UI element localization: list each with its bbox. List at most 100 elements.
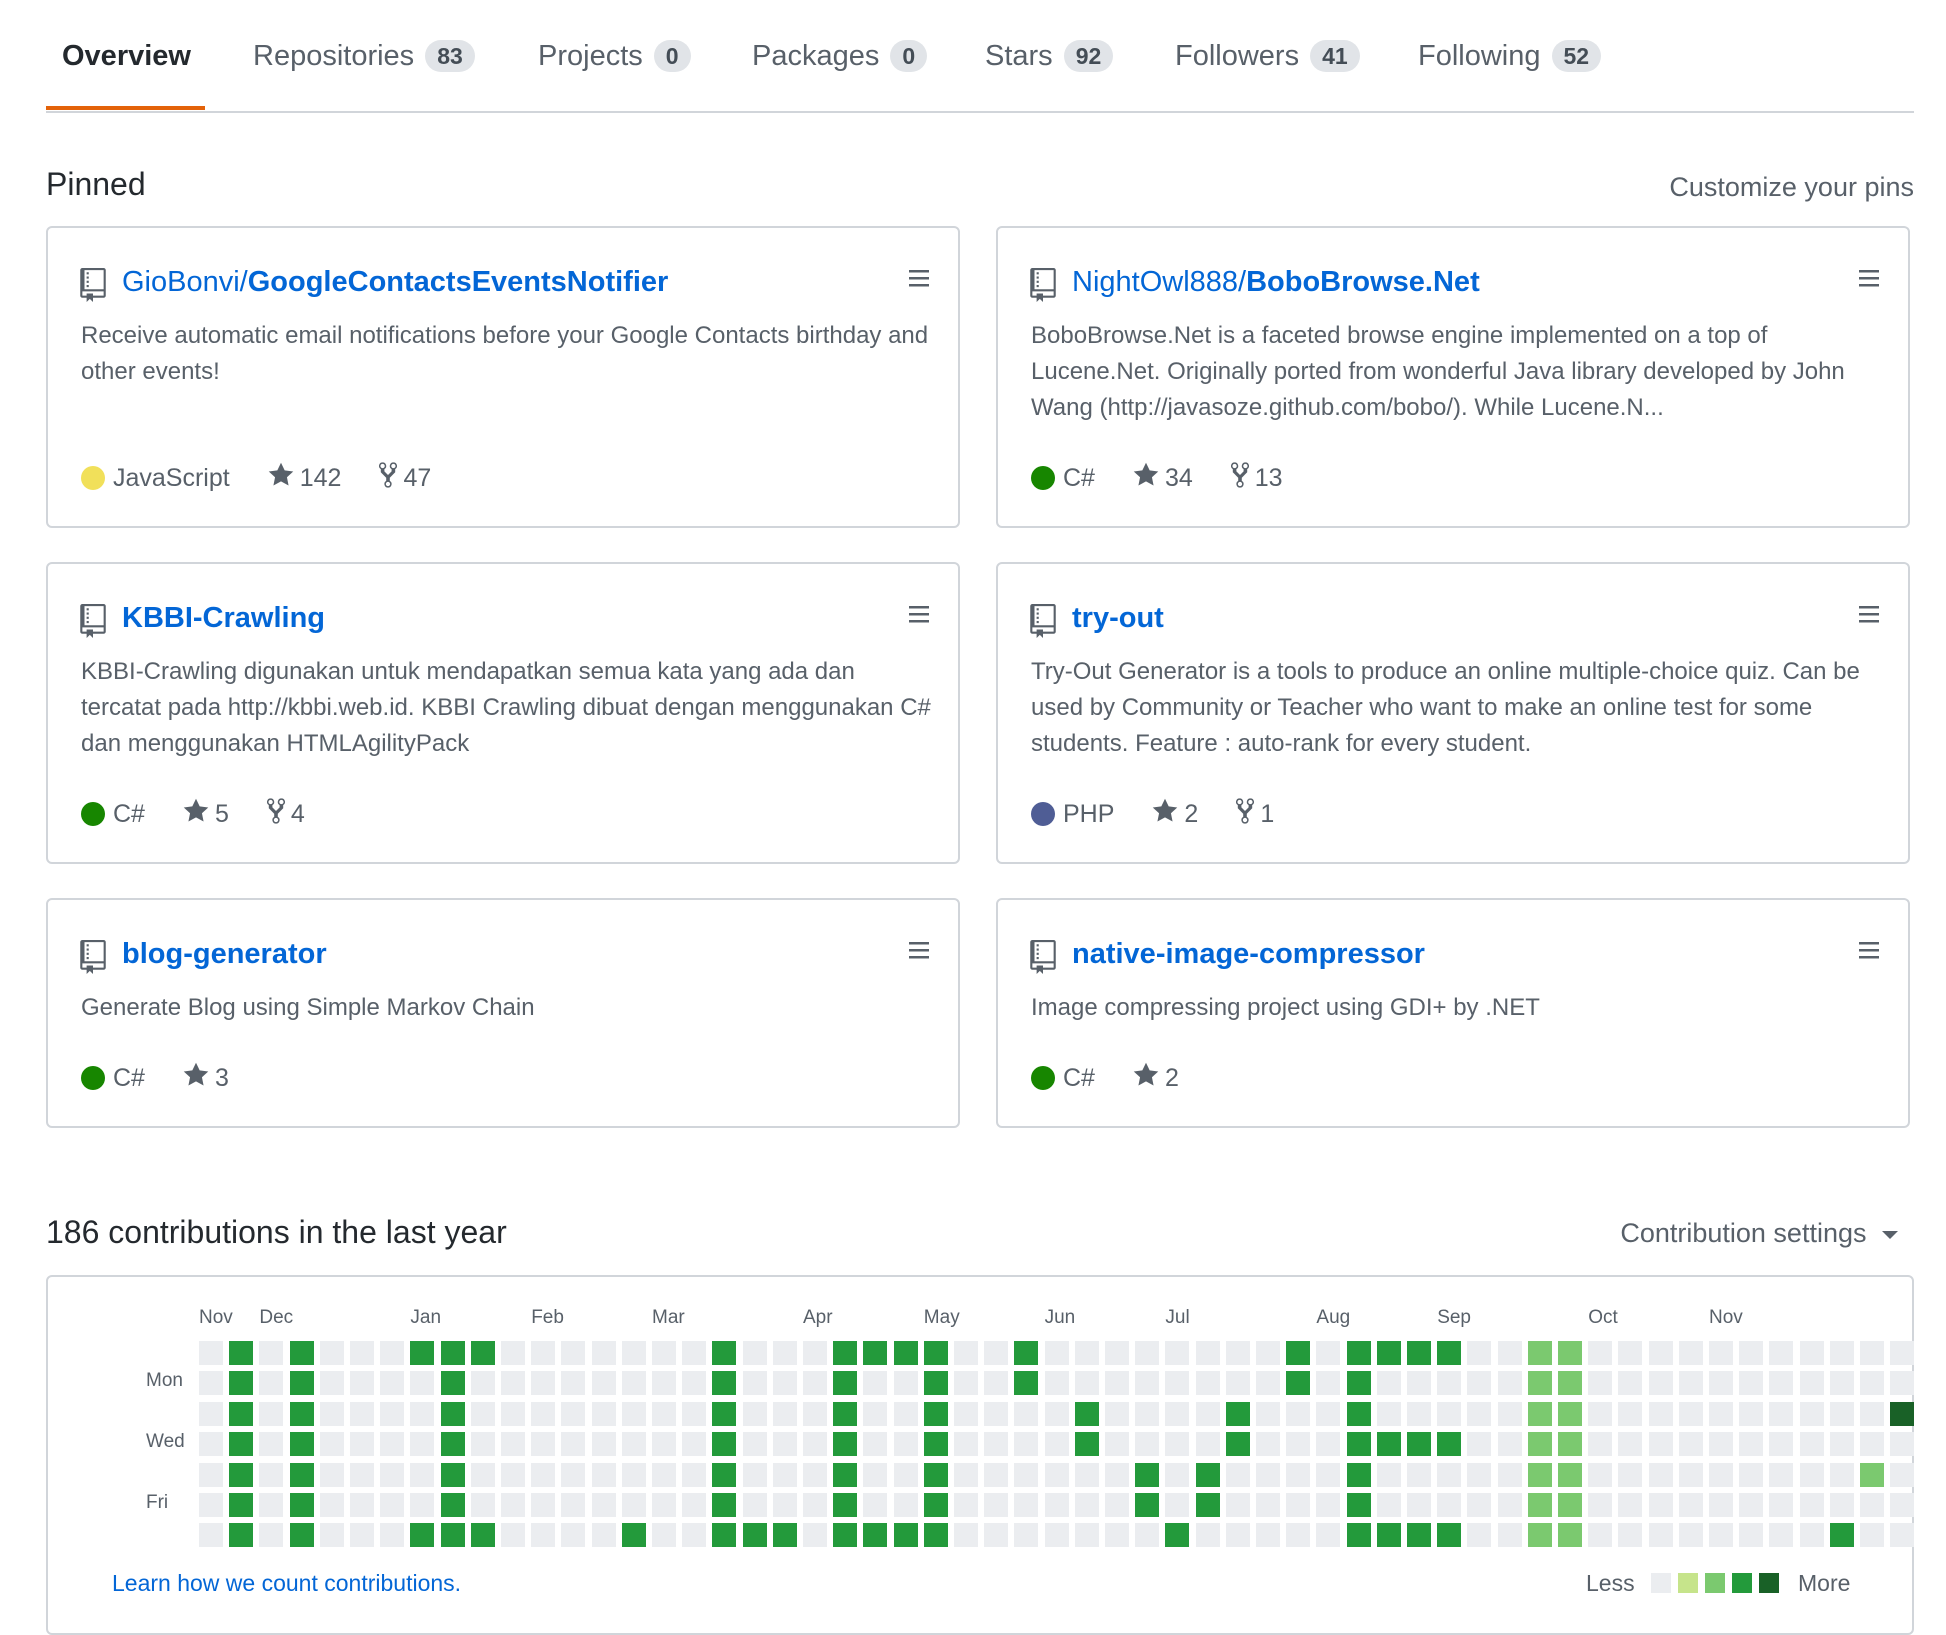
- contribution-day[interactable]: [1769, 1462, 1794, 1487]
- contribution-day[interactable]: [1769, 1401, 1794, 1426]
- contribution-day[interactable]: [1558, 1432, 1582, 1457]
- contribution-day[interactable]: [1799, 1462, 1824, 1487]
- contribution-day[interactable]: [1497, 1462, 1522, 1487]
- contribution-day[interactable]: [1739, 1341, 1764, 1365]
- contribution-day[interactable]: [440, 1371, 465, 1396]
- contribution-day[interactable]: [1135, 1493, 1160, 1517]
- contribution-day[interactable]: [531, 1432, 556, 1457]
- contribution-day[interactable]: [1437, 1493, 1462, 1517]
- contribution-day[interactable]: [893, 1523, 918, 1548]
- contribution-day[interactable]: [863, 1401, 888, 1426]
- contribution-day[interactable]: [893, 1493, 918, 1517]
- contribution-day[interactable]: [682, 1523, 707, 1548]
- contribution-day[interactable]: [984, 1341, 1009, 1365]
- contribution-day[interactable]: [652, 1432, 676, 1457]
- contribution-day[interactable]: [1074, 1462, 1099, 1487]
- contribution-day[interactable]: [470, 1371, 495, 1396]
- contribution-day[interactable]: [1769, 1493, 1794, 1517]
- contribution-day[interactable]: [1467, 1401, 1492, 1426]
- contribution-day[interactable]: [1074, 1432, 1099, 1457]
- contribution-day[interactable]: [1890, 1462, 1915, 1487]
- contribution-day[interactable]: [1105, 1401, 1129, 1426]
- contribution-day[interactable]: [954, 1493, 978, 1517]
- contribution-day[interactable]: [440, 1432, 465, 1457]
- tab-following[interactable]: Following 52: [1418, 32, 1602, 80]
- contribution-day[interactable]: [833, 1462, 858, 1487]
- contribution-day[interactable]: [1437, 1432, 1462, 1457]
- contribution-day[interactable]: [380, 1371, 405, 1396]
- contribution-day[interactable]: [1648, 1341, 1673, 1365]
- contribution-day[interactable]: [1256, 1462, 1280, 1487]
- contribution-day[interactable]: [1739, 1523, 1764, 1548]
- contribution-day[interactable]: [1558, 1493, 1582, 1517]
- contribution-day[interactable]: [772, 1401, 797, 1426]
- contribution-day[interactable]: [1799, 1523, 1824, 1548]
- contribution-day[interactable]: [1558, 1523, 1582, 1548]
- contribution-day[interactable]: [1225, 1432, 1250, 1457]
- contribution-day[interactable]: [1709, 1371, 1733, 1396]
- contribution-day[interactable]: [1316, 1432, 1341, 1457]
- contribution-day[interactable]: [1709, 1432, 1733, 1457]
- contribution-day[interactable]: [1286, 1401, 1311, 1426]
- contribution-day[interactable]: [229, 1462, 254, 1487]
- contribution-day[interactable]: [712, 1401, 737, 1426]
- contribution-day[interactable]: [1860, 1523, 1884, 1548]
- contribution-day[interactable]: [1256, 1432, 1280, 1457]
- contribution-day[interactable]: [1739, 1371, 1764, 1396]
- repo-forks[interactable]: 1: [1236, 796, 1274, 833]
- contribution-day[interactable]: [833, 1523, 858, 1548]
- contribution-day[interactable]: [772, 1493, 797, 1517]
- contribution-day[interactable]: [923, 1371, 948, 1396]
- contribution-day[interactable]: [682, 1462, 707, 1487]
- learn-contributions-link[interactable]: Learn how we count contributions.: [112, 1570, 461, 1597]
- contribution-day[interactable]: [1286, 1432, 1311, 1457]
- contribution-day[interactable]: [742, 1341, 767, 1365]
- repo-stars[interactable]: 5: [183, 797, 229, 832]
- contribution-day[interactable]: [501, 1432, 525, 1457]
- contribution-day[interactable]: [652, 1462, 676, 1487]
- contribution-day[interactable]: [621, 1493, 646, 1517]
- contribution-day[interactable]: [1014, 1371, 1039, 1396]
- contribution-day[interactable]: [1799, 1371, 1824, 1396]
- contribution-day[interactable]: [1588, 1523, 1613, 1548]
- contribution-day[interactable]: [289, 1462, 314, 1487]
- contribution-day[interactable]: [923, 1462, 948, 1487]
- contribution-day[interactable]: [1799, 1401, 1824, 1426]
- contribution-day[interactable]: [1890, 1371, 1915, 1396]
- contribution-day[interactable]: [923, 1401, 948, 1426]
- contribution-day[interactable]: [470, 1432, 495, 1457]
- contribution-day[interactable]: [319, 1523, 344, 1548]
- contribution-day[interactable]: [772, 1462, 797, 1487]
- contribution-day[interactable]: [1588, 1341, 1613, 1365]
- contribution-day[interactable]: [1225, 1493, 1250, 1517]
- tab-projects[interactable]: Projects 0: [538, 32, 691, 80]
- contribution-day[interactable]: [984, 1493, 1009, 1517]
- contribution-day[interactable]: [1648, 1493, 1673, 1517]
- contribution-day[interactable]: [954, 1371, 978, 1396]
- contribution-day[interactable]: [1014, 1523, 1039, 1548]
- contribution-day[interactable]: [1105, 1432, 1129, 1457]
- contribution-day[interactable]: [1467, 1493, 1492, 1517]
- contribution-day[interactable]: [1256, 1493, 1280, 1517]
- contribution-day[interactable]: [742, 1401, 767, 1426]
- contribution-day[interactable]: [319, 1371, 344, 1396]
- contribution-day[interactable]: [1588, 1493, 1613, 1517]
- tab-followers[interactable]: Followers 41: [1175, 32, 1360, 80]
- contribution-day[interactable]: [1165, 1462, 1190, 1487]
- contribution-day[interactable]: [440, 1341, 465, 1365]
- contribution-day[interactable]: [1739, 1462, 1764, 1487]
- contribution-day[interactable]: [1014, 1341, 1039, 1365]
- contribution-day[interactable]: [893, 1462, 918, 1487]
- contribution-day[interactable]: [803, 1401, 827, 1426]
- contribution-day[interactable]: [772, 1371, 797, 1396]
- contribution-day[interactable]: [1074, 1401, 1099, 1426]
- contribution-day[interactable]: [1829, 1493, 1854, 1517]
- contribution-day[interactable]: [1829, 1401, 1854, 1426]
- contribution-day[interactable]: [772, 1432, 797, 1457]
- tab-packages[interactable]: Packages 0: [752, 32, 928, 80]
- contribution-day[interactable]: [410, 1401, 435, 1426]
- repo-link[interactable]: NightOwl888/BoboBrowse.Net: [1072, 266, 1480, 299]
- contribution-day[interactable]: [501, 1371, 525, 1396]
- contribution-day[interactable]: [1195, 1432, 1220, 1457]
- contribution-day[interactable]: [1860, 1493, 1884, 1517]
